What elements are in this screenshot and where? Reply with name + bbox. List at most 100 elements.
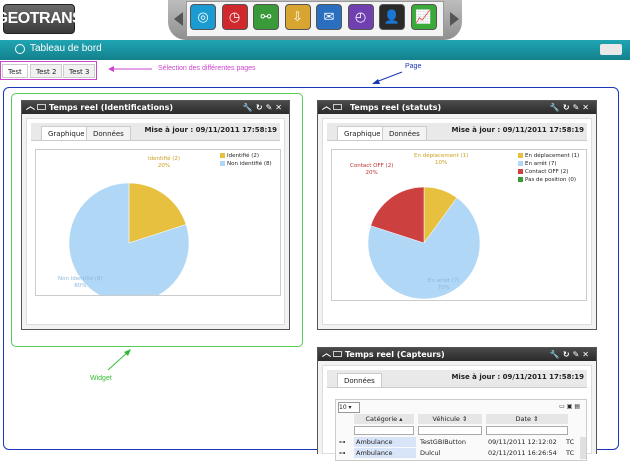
update-timestamp: Mise à jour : 09/11/2011 17:58:19 [144, 126, 277, 134]
cell-extra: TC [566, 449, 574, 457]
collapse-caret-icon[interactable]: ︿ [322, 348, 331, 361]
cell-categorie: Ambulance [354, 437, 416, 447]
widget-header[interactable]: ︿ Temps reel (Capteurs) 🔧↻✎✕ [318, 348, 596, 361]
cell-categorie: Ambulance [354, 448, 416, 458]
widget-header[interactable]: ︿ Temps reel (Identifications) 🔧↻✎✕ [22, 101, 289, 114]
legend-swatch [220, 153, 225, 158]
legend-label: Pas de position (0) [525, 177, 577, 183]
widget-tools: 🔧↻✎✕ [550, 101, 592, 114]
col-header-label: Catégorie [365, 415, 398, 423]
col-header-date[interactable]: Date ⇕ [486, 414, 568, 424]
legend-item[interactable]: Contact OFF (2) [518, 169, 568, 175]
slice-pct: 10% [435, 159, 448, 166]
row-key-icon: ⊶ [339, 438, 346, 446]
row-key-icon: ⊶ [339, 449, 346, 457]
widget-type-icon [333, 351, 342, 357]
widget-capteurs: ︿ Temps reel (Capteurs) 🔧↻✎✕ Données Mis… [317, 347, 597, 461]
collapse-caret-icon[interactable]: ︿ [26, 101, 35, 114]
widget-type-icon [37, 104, 46, 110]
tab-donnees[interactable]: Données [86, 126, 131, 140]
slice-pct: 70% [437, 284, 450, 291]
legend-swatch [518, 177, 523, 182]
legend-swatch [220, 161, 225, 166]
close-icon[interactable]: ✕ [582, 350, 592, 359]
pie-chart-statuts: En déplacement (1) En arrêt (7) Contact … [331, 149, 587, 301]
col-header-vehicule[interactable]: Véhicule ⇕ [418, 414, 482, 424]
tab-graphique[interactable]: Graphique [41, 126, 92, 140]
settings-wrench-icon[interactable]: 🔧 [550, 103, 563, 112]
slice-label: En déplacement (1) 10% [414, 153, 468, 166]
close-icon[interactable]: ✕ [582, 103, 592, 112]
filter-categorie-input[interactable] [354, 426, 414, 435]
edit-pencil-icon[interactable]: ✎ [573, 350, 583, 359]
refresh-icon[interactable]: ↻ [563, 350, 573, 359]
slice-callout: Identifié (2) [148, 156, 181, 162]
edit-pencil-icon[interactable]: ✎ [573, 103, 583, 112]
legend-label: En déplacement (1) [525, 153, 580, 159]
col-header-label: Date [515, 415, 532, 423]
pie-chart-svg [68, 182, 190, 304]
update-timestamp: Mise à jour : 09/11/2011 17:58:19 [451, 126, 584, 134]
col-header-label: Véhicule [432, 415, 460, 423]
cell-vehicule: TestGBIButton [420, 438, 466, 446]
widget-tab-bar: Graphique Données Mise à jour : 09/11/20… [327, 123, 587, 141]
widget-title: Temps reel (Identifications) [49, 103, 174, 112]
legend-item[interactable]: En arrêt (7) [518, 161, 556, 167]
edit-pencil-icon[interactable]: ✎ [266, 103, 276, 112]
pie-chart-identifications: Identifié (2) Non identifié (8) Identifi… [35, 149, 281, 304]
tab-donnees[interactable]: Données [337, 373, 382, 387]
legend-swatch [518, 153, 523, 158]
slice-label: Identifié (2) 20% [148, 156, 180, 169]
legend-swatch [518, 161, 523, 166]
legend-item[interactable]: Pas de position (0) [518, 177, 576, 183]
table-scrollbar[interactable] [580, 437, 586, 459]
settings-wrench-icon[interactable]: 🔧 [550, 350, 563, 359]
filter-date-input[interactable] [486, 426, 568, 435]
legend-label: Contact OFF (2) [525, 169, 569, 175]
legend-label: Non identifié (8) [227, 161, 272, 167]
slice-label: En arrêt (7) 70% [428, 278, 459, 291]
legend-swatch [518, 169, 523, 174]
legend-item[interactable]: Non identifié (8) [220, 161, 272, 167]
filter-vehicule-input[interactable] [418, 426, 482, 435]
slice-label: Non identifié (8) 80% [58, 276, 103, 289]
tab-donnees[interactable]: Données [382, 126, 427, 140]
refresh-icon[interactable]: ↻ [256, 103, 266, 112]
slice-pct: 20% [365, 169, 378, 176]
settings-wrench-icon[interactable]: 🔧 [243, 103, 256, 112]
tab-graphique[interactable]: Graphique [337, 126, 388, 140]
cell-date: 02/11/2011 16:26:54 [488, 449, 557, 457]
cell-date: 09/11/2011 12:12:02 [488, 438, 557, 446]
update-timestamp: Mise à jour : 09/11/2011 17:58:19 [451, 373, 584, 381]
widget-statuts: ︿ Temps reel (statuts) 🔧↻✎✕ Graphique Do… [317, 100, 597, 330]
export-icons[interactable]: ▭ ▣ ▤ [559, 403, 580, 410]
widget-tab-bar: Données Mise à jour : 09/11/2011 17:58:1… [327, 370, 587, 388]
widget-tab-bar: Graphique Données Mise à jour : 09/11/20… [31, 123, 280, 141]
table-row[interactable]: ⊶ Ambulance TestGBIButton 09/11/2011 12:… [336, 437, 574, 447]
capteurs-table: 10 ▾ ▭ ▣ ▤ Catégorie ▴ Véhicule ⇕ Date ⇕… [335, 399, 587, 461]
collapse-caret-icon[interactable]: ︿ [322, 101, 331, 114]
legend-label: Identifié (2) [227, 153, 260, 159]
close-icon[interactable]: ✕ [275, 103, 285, 112]
table-row[interactable]: ⊶ Ambulance Dulcul 02/11/2011 16:26:54 T… [336, 448, 574, 458]
cell-vehicule: Dulcul [420, 449, 441, 457]
widget-title: Temps reel (Capteurs) [345, 350, 445, 359]
slice-label: Contact OFF (2) 20% [350, 163, 393, 176]
col-header-categorie[interactable]: Catégorie ▴ [354, 414, 414, 424]
page-annotation: Page [405, 63, 422, 70]
slice-pct: 20% [157, 162, 171, 169]
legend-item[interactable]: En déplacement (1) [518, 153, 579, 159]
widget-type-icon [333, 104, 342, 110]
page-size-select[interactable]: 10 ▾ [338, 402, 360, 413]
tabs-annotation: Sélection des différentes pages [158, 65, 256, 72]
widget-tools: 🔧↻✎✕ [243, 101, 285, 114]
slice-pct: 80% [74, 282, 87, 289]
widget-body: Graphique Données Mise à jour : 09/11/20… [322, 118, 592, 325]
widget-body: Données Mise à jour : 09/11/2011 17:58:1… [322, 365, 592, 461]
widget-body: Graphique Données Mise à jour : 09/11/20… [26, 118, 285, 325]
widget-tools: 🔧↻✎✕ [550, 348, 592, 361]
widget-title: Temps reel (statuts) [350, 103, 442, 112]
legend-item[interactable]: Identifié (2) [220, 153, 259, 159]
refresh-icon[interactable]: ↻ [563, 103, 573, 112]
widget-header[interactable]: ︿ Temps reel (statuts) 🔧↻✎✕ [318, 101, 596, 114]
